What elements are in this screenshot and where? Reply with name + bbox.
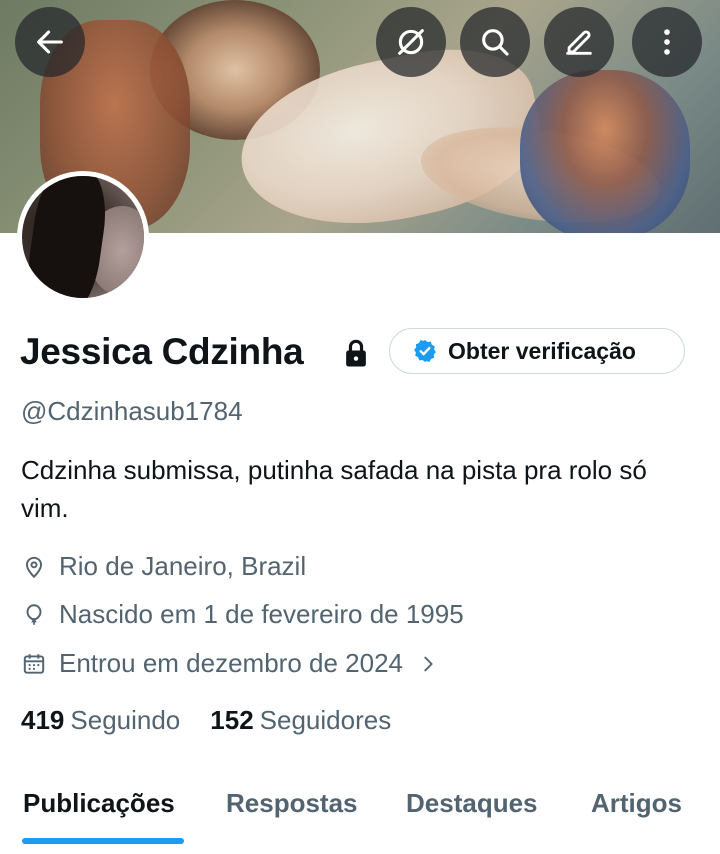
calendar-icon	[23, 653, 45, 674]
birthdate-text: Nascido em 1 de fevereiro de 1995	[59, 599, 464, 629]
following-label: Seguindo	[70, 705, 181, 735]
follow-stats: 419 Seguindo 152 Seguidores	[21, 705, 421, 736]
tab-destaques[interactable]: Destaques	[406, 788, 538, 819]
followers-link[interactable]: 152 Seguidores	[210, 705, 421, 736]
balloon-icon	[26, 603, 42, 625]
more-vertical-icon	[664, 29, 670, 55]
verified-badge-icon	[414, 339, 436, 363]
grok-button[interactable]	[376, 7, 446, 77]
profile-bio: Cdzinha submissa, putinha safada na pist…	[21, 455, 647, 523]
profile-handle: @Cdzinhasub1784	[21, 396, 243, 426]
search-button[interactable]	[460, 7, 530, 77]
lock-icon	[346, 339, 366, 367]
location-text: Rio de Janeiro, Brazil	[59, 551, 307, 581]
profile-tabs: Publicações Respostas Destaques Artigos	[0, 770, 720, 854]
birthdate-row: Nascido em 1 de fevereiro de 1995	[21, 599, 464, 630]
location-row: Rio de Janeiro, Brazil	[21, 551, 306, 582]
joined-text: Entrou em dezembro de 2024	[59, 648, 403, 678]
pencil-icon	[566, 30, 592, 55]
get-verified-button[interactable]: Obter verificação	[389, 328, 685, 374]
back-button[interactable]	[15, 7, 85, 77]
arrow-left-icon	[37, 30, 63, 54]
edit-button[interactable]	[544, 7, 614, 77]
following-link[interactable]: 419 Seguindo	[21, 705, 210, 736]
joined-row[interactable]: Entrou em dezembro de 2024	[21, 648, 451, 679]
get-verified-label: Obter verificação	[448, 337, 636, 364]
avatar-image	[22, 176, 144, 298]
followers-label: Seguidores	[259, 705, 392, 735]
tab-respostas[interactable]: Respostas	[226, 788, 358, 819]
search-icon	[482, 29, 509, 56]
grok-icon	[398, 29, 424, 55]
followers-count: 152	[210, 705, 254, 735]
active-tab-indicator	[22, 838, 184, 844]
tab-artigos[interactable]: Artigos	[591, 788, 682, 819]
chevron-right-icon	[424, 656, 433, 671]
location-pin-icon	[25, 556, 43, 578]
tab-publicacoes[interactable]: Publicações	[23, 788, 175, 819]
avatar[interactable]	[17, 171, 149, 303]
following-count: 419	[21, 705, 65, 735]
profile-name: Jessica Cdzinha	[20, 331, 304, 372]
more-button[interactable]	[632, 7, 702, 77]
banner-art-shape	[520, 70, 690, 233]
